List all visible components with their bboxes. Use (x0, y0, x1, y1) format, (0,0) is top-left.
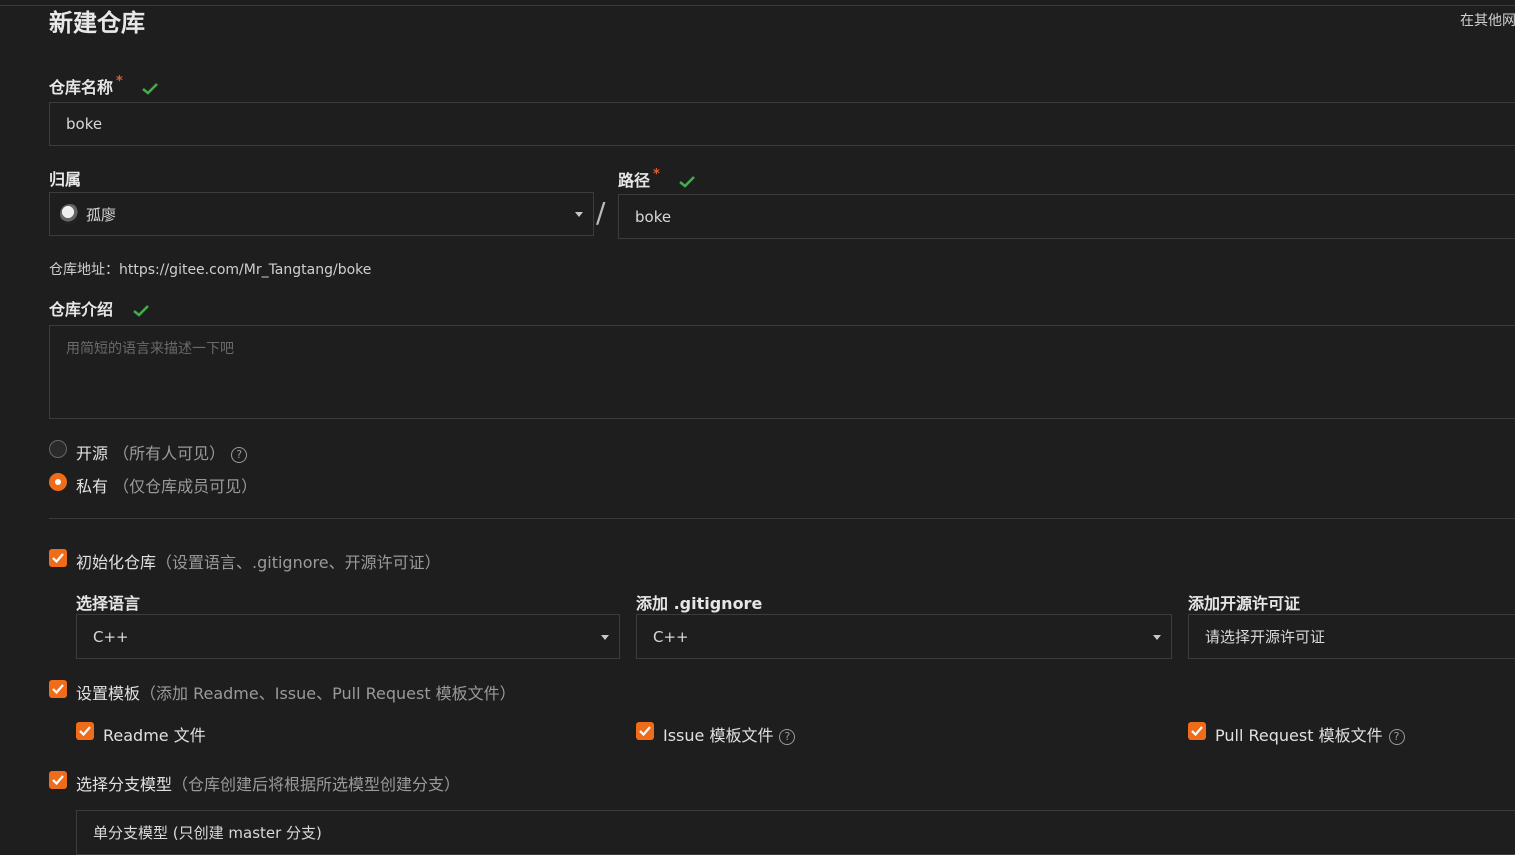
templates-option[interactable]: 设置模板（添加 Readme、Issue、Pull Request 模板文件） (76, 680, 516, 704)
page-title: 新建仓库 (49, 9, 145, 37)
init-repo-option[interactable]: 初始化仓库（设置语言、.gitignore、开源许可证） (76, 549, 441, 573)
gitignore-label: 添加 .gitignore (636, 594, 763, 613)
repo-name-label: 仓库名称 * (49, 74, 159, 98)
check-icon (52, 684, 64, 695)
repo-name-label-text: 仓库名称 (49, 78, 114, 97)
option-public-label: 开源 (76, 444, 109, 463)
owner-select[interactable]: 孤廖 (49, 192, 594, 236)
option-private-label: 私有 (76, 477, 109, 496)
branch-model-hint: （仓库创建后将根据所选模型创建分支） (172, 775, 461, 794)
repo-address: 仓库地址：https://gitee.com/Mr_Tangtang/boke (49, 262, 372, 278)
branch-model-label: 选择分支模型 (76, 775, 173, 794)
chevron-down-icon (1153, 634, 1161, 640)
init-repo-checkbox[interactable] (49, 549, 67, 567)
help-icon[interactable]: ? (779, 729, 796, 745)
option-private[interactable]: 私有 （仅仓库成员可见） (76, 473, 257, 497)
option-public-hint: （所有人可见） (113, 444, 226, 463)
path-input[interactable]: boke (618, 194, 1515, 239)
issue-template-checkbox[interactable] (636, 722, 654, 740)
check-icon (79, 726, 91, 737)
path-label: 路径 * (618, 167, 696, 191)
language-select[interactable]: C++ (76, 614, 620, 659)
repo-name-input[interactable]: boke (49, 102, 1515, 146)
radio-public[interactable] (49, 440, 67, 458)
new-repo-page: 新建仓库 在其他网 仓库名称 * boke 归属 孤廖 / 路径 * boke 仓库… (0, 0, 1515, 855)
path-separator: / (596, 196, 606, 229)
help-icon[interactable]: ? (231, 447, 248, 463)
path-label-text: 路径 (618, 171, 651, 190)
chevron-down-icon (575, 212, 583, 217)
templates-checkbox[interactable] (49, 680, 67, 698)
gitignore-select[interactable]: C++ (636, 614, 1172, 659)
description-label-text: 仓库介绍 (49, 300, 114, 319)
check-icon (639, 726, 651, 737)
issue-template-label: Issue 模板文件 (663, 726, 774, 745)
check-icon (52, 553, 64, 564)
check-icon (142, 83, 159, 95)
issue-template-option[interactable]: Issue 模板文件? (663, 722, 796, 746)
gitignore-value: C++ (653, 627, 689, 646)
option-public[interactable]: 开源 （所有人可见）? (76, 440, 248, 464)
radio-private[interactable] (49, 473, 67, 491)
readme-checkbox[interactable] (76, 722, 94, 740)
description-label: 仓库介绍 (49, 296, 149, 320)
avatar (60, 204, 80, 224)
description-textarea[interactable]: 用简短的语言来描述一下吧 (49, 325, 1515, 419)
chevron-down-icon (601, 634, 609, 640)
check-icon (1191, 726, 1203, 737)
branch-model-option[interactable]: 选择分支模型（仓库创建后将根据所选模型创建分支） (76, 771, 460, 795)
owner-label: 归属 (49, 170, 82, 189)
language-label: 选择语言 (76, 594, 141, 613)
license-select[interactable]: 请选择开源许可证 (1188, 614, 1515, 659)
init-repo-hint: （设置语言、.gitignore、开源许可证） (156, 553, 441, 572)
pr-template-label: Pull Request 模板文件 (1215, 726, 1383, 745)
templates-hint: （添加 Readme、Issue、Pull Request 模板文件） (140, 684, 516, 703)
help-icon[interactable]: ? (1388, 729, 1405, 745)
language-value: C++ (93, 627, 129, 646)
templates-label: 设置模板 (76, 684, 141, 703)
top-divider (0, 5, 1515, 6)
option-private-hint: （仅仓库成员可见） (113, 477, 258, 496)
required-mark: * (116, 74, 123, 89)
check-icon (132, 305, 149, 317)
import-link[interactable]: 在其他网 (1460, 10, 1515, 30)
pr-template-checkbox[interactable] (1188, 722, 1206, 740)
license-label: 添加开源许可证 (1188, 594, 1301, 613)
license-value: 请选择开源许可证 (1205, 628, 1326, 646)
pr-template-option[interactable]: Pull Request 模板文件? (1215, 722, 1405, 746)
init-repo-label: 初始化仓库 (76, 553, 157, 572)
owner-value: 孤廖 (86, 205, 117, 224)
required-mark: * (653, 167, 660, 182)
branch-model-checkbox[interactable] (49, 771, 67, 789)
section-divider (49, 518, 1515, 519)
branch-model-select[interactable]: 单分支模型 (只创建 master 分支) (76, 810, 1515, 855)
check-icon (679, 176, 696, 188)
readme-option[interactable]: Readme 文件 (103, 722, 206, 746)
check-icon (52, 775, 64, 786)
